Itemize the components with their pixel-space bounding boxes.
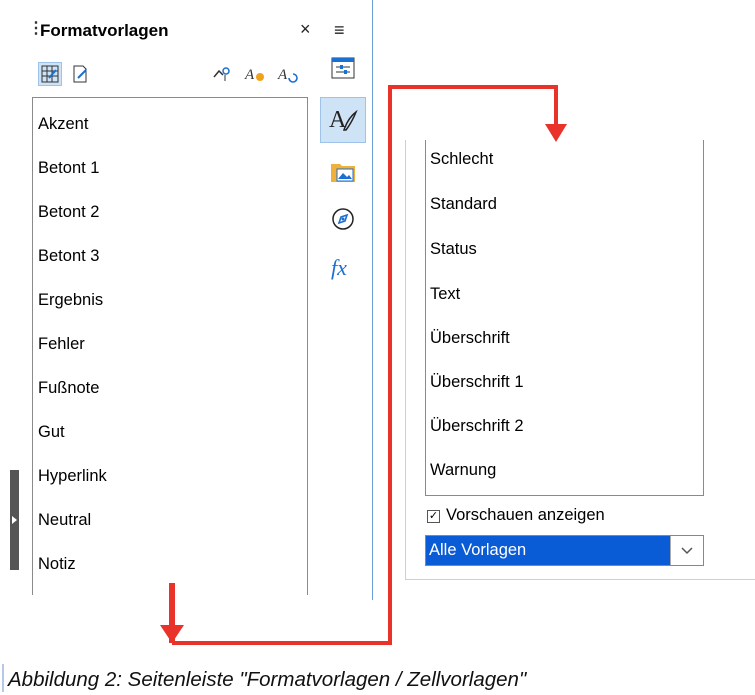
style-filter-value: Alle Vorlagen — [426, 536, 670, 565]
list-item[interactable]: Hyperlink — [38, 467, 107, 486]
list-item[interactable]: Text — [430, 285, 460, 304]
list-item[interactable]: Fußnote — [38, 379, 99, 398]
chevron-down-icon[interactable] — [670, 536, 703, 565]
list-item[interactable]: Fehler — [38, 335, 85, 354]
cell-styles-icon[interactable] — [38, 62, 62, 86]
list-item[interactable]: Betont 1 — [38, 159, 99, 178]
svg-text:A: A — [277, 67, 288, 83]
new-style-icon[interactable]: A — [243, 62, 267, 86]
properties-icon[interactable] — [327, 52, 359, 84]
list-item[interactable]: Ergebnis — [38, 291, 103, 310]
style-filter-select[interactable]: Alle Vorlagen — [425, 535, 704, 566]
preview-checkbox[interactable]: ✓ — [427, 510, 440, 523]
navigator-icon[interactable] — [327, 203, 359, 235]
list-item[interactable]: Notiz — [38, 555, 76, 574]
gallery-icon[interactable] — [327, 155, 359, 187]
list-item[interactable]: Akzent — [38, 115, 88, 134]
fill-format-icon[interactable] — [210, 62, 234, 86]
svg-text:fx: fx — [331, 255, 347, 280]
sidebar-menu-icon[interactable]: ≡ — [334, 20, 345, 41]
list-item[interactable]: Überschrift 1 — [430, 373, 524, 392]
svg-text:A: A — [244, 67, 255, 83]
list-item[interactable]: Überschrift — [430, 329, 510, 348]
list-item[interactable]: Neutral — [38, 511, 91, 530]
list-item[interactable]: Gut — [38, 423, 65, 442]
list-item[interactable]: Betont 2 — [38, 203, 99, 222]
styles-list-scrolled[interactable]: Schlecht Standard Status Text Überschrif… — [425, 140, 704, 496]
update-style-icon[interactable]: A — [276, 62, 300, 86]
functions-icon[interactable]: fx — [327, 252, 359, 284]
figure-caption: Abbildung 2: Seitenleiste "Formatvorlage… — [8, 668, 527, 691]
sidebar-title: Formatvorlagen — [40, 21, 169, 40]
list-item[interactable]: Überschrift 2 — [430, 417, 524, 436]
page-styles-icon[interactable] — [68, 62, 92, 86]
close-icon[interactable]: × — [300, 19, 311, 40]
preview-checkbox-label: Vorschauen anzeigen — [446, 506, 605, 524]
list-item[interactable]: Schlecht — [430, 150, 493, 169]
styles-icon[interactable]: A — [320, 97, 366, 143]
collapse-arrow-icon — [12, 516, 17, 524]
list-item[interactable]: Warnung — [430, 461, 496, 480]
list-item[interactable]: Standard — [430, 195, 497, 214]
list-item[interactable]: Betont 3 — [38, 247, 99, 266]
caption-marker — [2, 664, 4, 692]
list-item[interactable]: Status — [430, 240, 477, 259]
styles-list[interactable]: Akzent Betont 1 Betont 2 Betont 3 Ergebn… — [32, 97, 308, 595]
